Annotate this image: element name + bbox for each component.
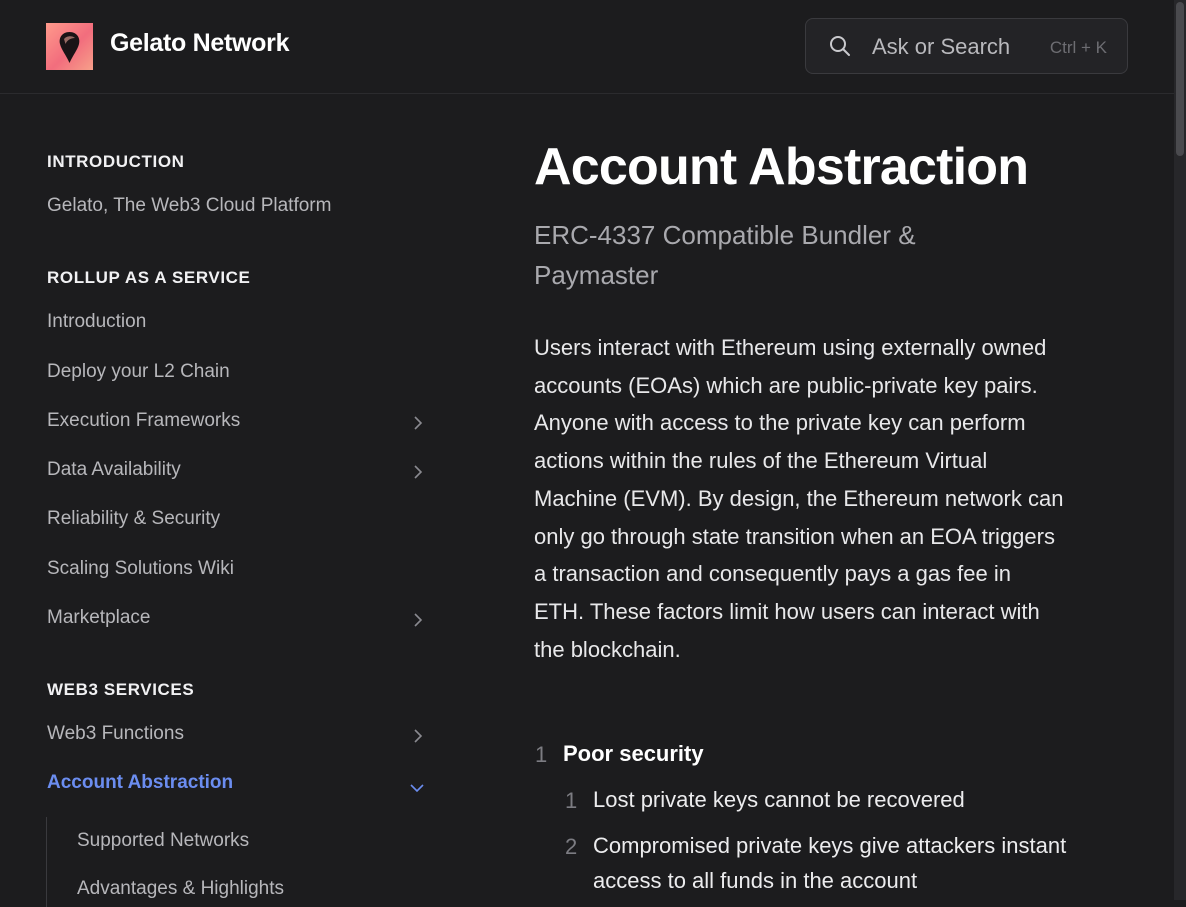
- section-title-web3-services: WEB3 SERVICES: [47, 680, 195, 699]
- search-placeholder: Ask or Search: [872, 34, 1011, 59]
- sidebar-subitem-advantages[interactable]: Advantages & Highlights: [77, 878, 284, 900]
- sidebar-item-label: Execution Frameworks: [47, 410, 241, 431]
- sublist-number: 1: [565, 788, 578, 813]
- sidebar-item-marketplace[interactable]: Marketplace: [47, 605, 437, 635]
- sidebar-item-label: Introduction: [47, 311, 147, 332]
- list-item-title: Poor security: [563, 741, 704, 766]
- sidebar-item-scaling-wiki[interactable]: Scaling Solutions Wiki: [47, 556, 437, 586]
- subnav-indent-line: [46, 817, 47, 907]
- section-title-rollup: ROLLUP AS A SERVICE: [47, 268, 251, 287]
- sublist-number: 2: [565, 834, 578, 859]
- sidebar-item-reliability-security[interactable]: Reliability & Security: [47, 506, 437, 536]
- sidebar-item-label: Web3 Functions: [47, 723, 184, 744]
- sidebar-item-label: Data Availability: [47, 459, 181, 480]
- sidebar-item-label: Gelato, The Web3 Cloud Platform: [47, 195, 332, 216]
- gelato-logo[interactable]: [46, 23, 93, 70]
- chevron-right-icon[interactable]: [412, 463, 424, 485]
- gelato-logo-icon: [59, 32, 80, 63]
- sidebar-item-introduction[interactable]: Introduction: [47, 309, 437, 339]
- sidebar-item-label: Scaling Solutions Wiki: [47, 558, 234, 579]
- page-subtitle: ERC-4337 Compatible Bundler & Paymaster: [534, 220, 916, 290]
- sidebar-item-execution-frameworks[interactable]: Execution Frameworks: [47, 408, 437, 438]
- sidebar-item-label: Account Abstraction: [47, 772, 234, 793]
- sidebar-item-gelato-web3-cloud[interactable]: Gelato, The Web3 Cloud Platform: [47, 193, 437, 223]
- search-icon: [828, 34, 852, 63]
- sidebar-item-data-availability[interactable]: Data Availability: [47, 457, 437, 487]
- list-number: 1: [535, 742, 548, 767]
- sublist-item: Lost private keys cannot be recovered: [593, 787, 965, 812]
- chevron-right-icon[interactable]: [412, 414, 424, 436]
- sidebar-item-label: Reliability & Security: [47, 508, 221, 529]
- search-shortcut: Ctrl + K: [1049, 38, 1107, 57]
- page-scrollbar[interactable]: [1174, 0, 1186, 900]
- chevron-right-icon[interactable]: [412, 727, 424, 749]
- intro-paragraph: Users interact with Ethereum using exter…: [534, 335, 1064, 662]
- sidebar-item-label: Deploy your L2 Chain: [47, 361, 230, 382]
- page-title: Account Abstraction: [534, 138, 1029, 196]
- sidebar-nav: INTRODUCTION Gelato, The Web3 Cloud Plat…: [0, 95, 460, 907]
- sidebar-item-deploy-l2[interactable]: Deploy your L2 Chain: [47, 359, 437, 389]
- sidebar-item-label: Marketplace: [47, 607, 151, 628]
- scrollbar-thumb[interactable]: [1176, 2, 1184, 156]
- sublist-item: Compromised private keys give attackers …: [593, 833, 1067, 893]
- brand-name[interactable]: Gelato Network: [110, 29, 289, 58]
- search-box[interactable]: Ask or Search Ctrl + K: [805, 18, 1128, 74]
- section-title-introduction: INTRODUCTION: [47, 152, 185, 171]
- sidebar-subitem-supported-networks[interactable]: Supported Networks: [77, 830, 249, 852]
- chevron-down-icon[interactable]: [410, 778, 424, 800]
- sidebar-item-web3-functions[interactable]: Web3 Functions: [47, 721, 437, 751]
- top-header: Gelato Network Ask or Search Ctrl + K: [0, 0, 1174, 94]
- sidebar-item-account-abstraction[interactable]: Account Abstraction: [47, 770, 437, 800]
- chevron-right-icon[interactable]: [412, 611, 424, 633]
